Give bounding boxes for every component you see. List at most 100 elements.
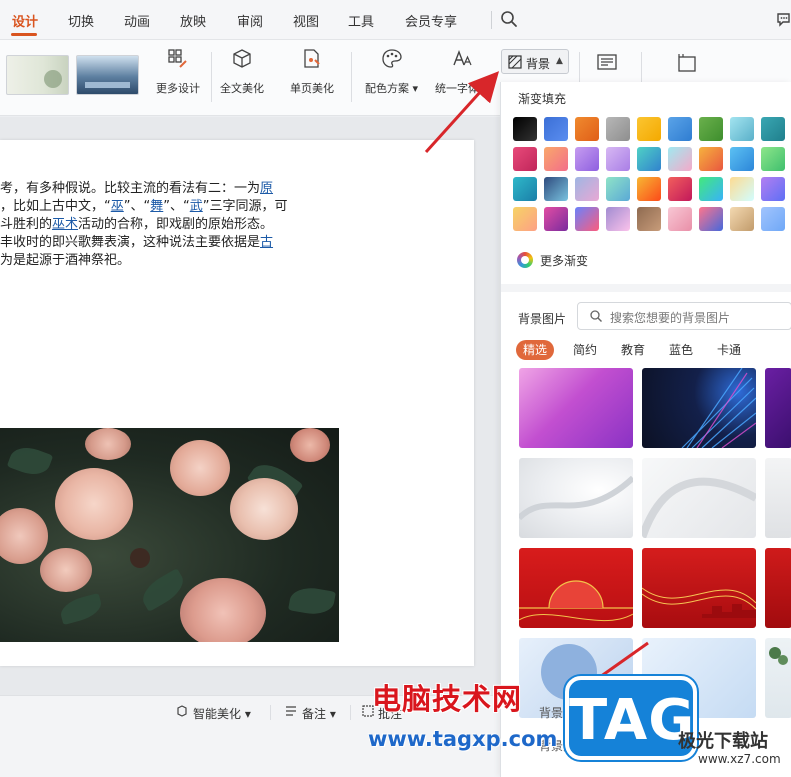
- background-panel: 渐变填充 更多渐变 背景图片 搜索您想要的背景图片 精选 简约 教育 蓝色 卡通: [500, 82, 791, 777]
- category-simple[interactable]: 简约: [573, 340, 597, 360]
- tab-animation[interactable]: 动画: [124, 11, 150, 30]
- comment-icon[interactable]: [776, 11, 791, 28]
- gradient-swatch[interactable]: [544, 147, 568, 171]
- category-blue[interactable]: 蓝色: [669, 340, 693, 360]
- hyperlink[interactable]: 古: [260, 235, 273, 250]
- text-run: 活动的合称，即戏剧的原始形态。: [78, 217, 274, 232]
- tab-view[interactable]: 视图: [293, 11, 319, 30]
- tab-design[interactable]: 设计: [12, 11, 38, 30]
- more-design-label: 更多设计: [156, 82, 200, 95]
- gradient-swatch[interactable]: [668, 177, 692, 201]
- gradient-swatch[interactable]: [575, 147, 599, 171]
- gradient-swatch[interactable]: [575, 117, 599, 141]
- background-card[interactable]: [642, 548, 756, 628]
- more-gradients-button[interactable]: 更多渐变: [517, 251, 637, 271]
- tab-review[interactable]: 审阅: [237, 11, 263, 30]
- hyperlink[interactable]: 巫: [111, 199, 124, 214]
- background-card[interactable]: [765, 458, 791, 538]
- gradient-swatch[interactable]: [761, 147, 785, 171]
- gradient-swatch[interactable]: [730, 177, 754, 201]
- background-card[interactable]: [519, 368, 633, 448]
- site-watermark-text: 电脑技术网: [372, 682, 523, 716]
- cube-icon: [233, 49, 251, 68]
- background-card[interactable]: [642, 368, 756, 448]
- gradient-swatch[interactable]: [699, 207, 723, 231]
- full-beautify-button[interactable]: 全文美化: [220, 48, 264, 96]
- gradient-swatch[interactable]: [606, 117, 630, 141]
- gradient-swatch[interactable]: [730, 207, 754, 231]
- search-icon[interactable]: [499, 9, 519, 29]
- single-beautify-label: 单页美化: [290, 82, 334, 95]
- hyperlink[interactable]: 舞: [150, 199, 163, 214]
- text-run: 丰收时的即兴歌舞表演，这种说法主要依据是: [0, 235, 261, 250]
- hyperlink[interactable]: 原: [260, 181, 273, 196]
- design-template-thumbnail[interactable]: [76, 55, 139, 95]
- page-magic-icon: [304, 49, 320, 68]
- gradient-swatch[interactable]: [606, 147, 630, 171]
- smart-beautify-button[interactable]: 智能美化 ▾: [193, 705, 251, 722]
- background-card[interactable]: [765, 638, 791, 718]
- tab-tools[interactable]: 工具: [348, 11, 374, 30]
- gradient-swatch[interactable]: [637, 147, 661, 171]
- category-education[interactable]: 教育: [621, 340, 645, 360]
- gradient-swatch[interactable]: [544, 177, 568, 201]
- page-setup-icon[interactable]: [596, 52, 618, 74]
- gradient-swatch[interactable]: [699, 117, 723, 141]
- gradient-swatch[interactable]: [699, 147, 723, 171]
- background-card[interactable]: [519, 548, 633, 628]
- hyperlink[interactable]: 武: [190, 199, 203, 214]
- design-template-thumbnail[interactable]: [6, 55, 69, 95]
- gradient-swatch[interactable]: [575, 207, 599, 231]
- gradient-swatch[interactable]: [699, 177, 723, 201]
- background-button[interactable]: 背景 ▲: [501, 49, 569, 74]
- gradient-swatch[interactable]: [668, 117, 692, 141]
- grid-design-icon: [168, 49, 187, 68]
- background-card[interactable]: [765, 548, 791, 628]
- tab-transition[interactable]: 切换: [68, 11, 94, 30]
- gradient-swatch[interactable]: [637, 207, 661, 231]
- background-search-input[interactable]: 搜索您想要的背景图片: [577, 302, 791, 330]
- category-cartoon[interactable]: 卡通: [717, 340, 741, 360]
- hyperlink[interactable]: 巫术: [52, 217, 78, 232]
- active-tab-indicator: [11, 33, 37, 36]
- gradient-swatch[interactable]: [575, 177, 599, 201]
- color-scheme-button[interactable]: 配色方案 ▾: [365, 48, 418, 96]
- gradient-swatch[interactable]: [544, 117, 568, 141]
- text-run: 为是起源于酒神祭祀。: [0, 253, 131, 268]
- unify-font-button[interactable]: 统一字体 ▾: [435, 48, 488, 96]
- gradient-swatch[interactable]: [513, 147, 537, 171]
- gradient-swatch[interactable]: [761, 117, 785, 141]
- gradient-swatch[interactable]: [606, 207, 630, 231]
- single-beautify-button[interactable]: 单页美化: [290, 48, 334, 96]
- notes-button[interactable]: 备注 ▾: [302, 705, 336, 722]
- tab-slideshow[interactable]: 放映: [180, 11, 206, 30]
- gradient-swatch[interactable]: [513, 207, 537, 231]
- gradient-swatch[interactable]: [606, 177, 630, 201]
- gradient-swatch[interactable]: [730, 117, 754, 141]
- background-card-art: [519, 475, 633, 521]
- background-card[interactable]: [765, 368, 791, 448]
- slide-text-line: 考，有多种假说。比较主流的看法有二：一为原: [0, 180, 470, 198]
- slide-text-box[interactable]: 考，有多种假说。比较主流的看法有二：一为原 ，比如上古中文，“巫”、“舞”、“武”…: [0, 180, 470, 270]
- gradient-swatch[interactable]: [761, 177, 785, 201]
- gradient-swatch[interactable]: [637, 177, 661, 201]
- gradient-swatch[interactable]: [513, 117, 537, 141]
- full-beautify-label: 全文美化: [220, 82, 264, 95]
- status-divider: [270, 705, 271, 720]
- category-featured[interactable]: 精选: [516, 340, 555, 360]
- tab-member[interactable]: 会员专享: [405, 11, 457, 30]
- ribbon-divider: [211, 52, 212, 102]
- background-card[interactable]: [519, 458, 633, 538]
- gradient-swatch[interactable]: [761, 207, 785, 231]
- gradient-swatch[interactable]: [730, 147, 754, 171]
- gradient-swatch[interactable]: [637, 117, 661, 141]
- slide-size-icon[interactable]: [676, 52, 698, 74]
- gradient-swatch[interactable]: [668, 207, 692, 231]
- background-card[interactable]: [642, 458, 756, 538]
- more-design-button[interactable]: 更多设计: [156, 48, 200, 96]
- gradient-swatch[interactable]: [513, 177, 537, 201]
- gradient-swatch[interactable]: [668, 147, 692, 171]
- rose-photo[interactable]: [0, 428, 339, 642]
- slide-text-line: 为是起源于酒神祭祀。: [0, 252, 470, 270]
- gradient-swatch[interactable]: [544, 207, 568, 231]
